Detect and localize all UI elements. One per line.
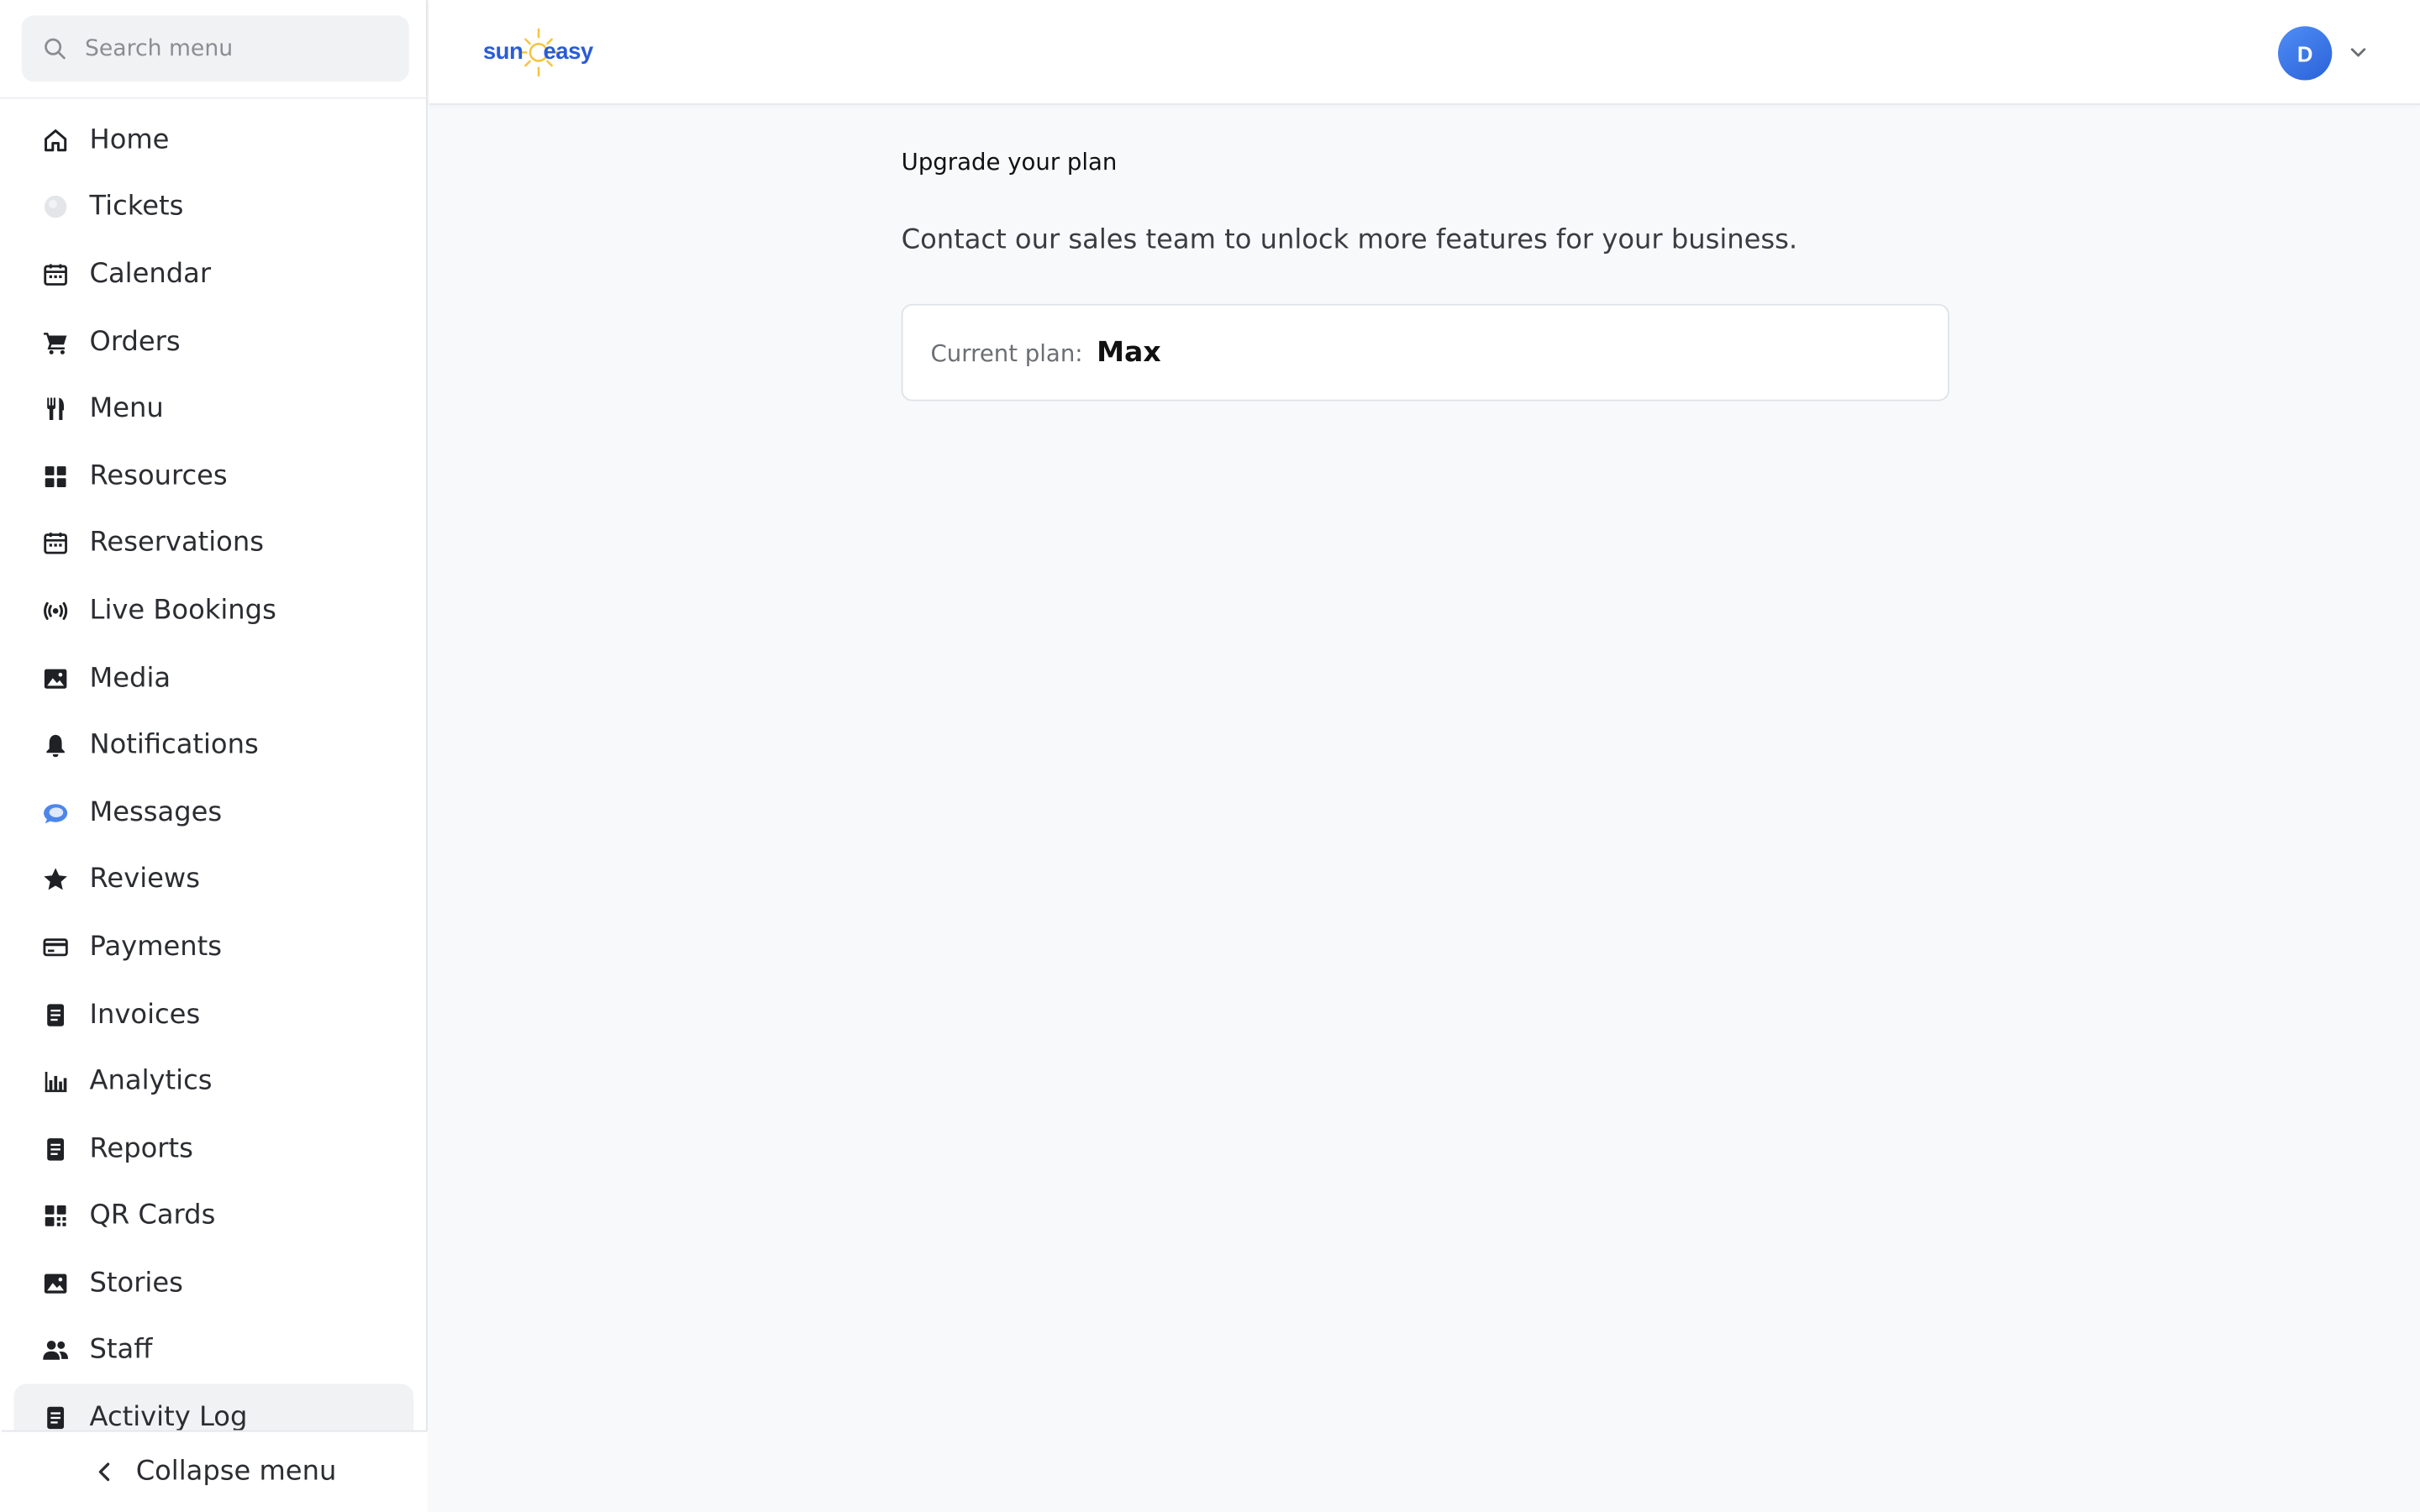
- sidebar-divider: [0, 97, 428, 99]
- bell-icon: [40, 730, 71, 761]
- top-bar: sun easy D: [429, 0, 2420, 105]
- logo-text-right: easy: [543, 38, 594, 66]
- sidebar-item-qr-cards[interactable]: QR Cards: [0, 1183, 428, 1250]
- sidebar-item-label: Stories: [89, 1268, 183, 1299]
- cart-icon: [40, 327, 71, 358]
- sidebar-item-label: Messages: [89, 797, 223, 828]
- sidebar-item-label: Orders: [89, 326, 181, 358]
- sidebar-item-menu[interactable]: Menu: [0, 375, 428, 443]
- qr-code-icon: [40, 1201, 71, 1232]
- sidebar-item-label: Calendar: [89, 259, 212, 291]
- document-icon: [40, 999, 71, 1030]
- sidebar-item-invoices[interactable]: Invoices: [0, 981, 428, 1048]
- sidebar-item-resources[interactable]: Resources: [0, 443, 428, 510]
- sidebar-item-label: Reservations: [89, 528, 264, 559]
- sidebar-item-label: Invoices: [89, 999, 201, 1031]
- app-root: Home Tickets Calendar Orde: [0, 0, 2420, 1512]
- sidebar-nav: Home Tickets Calendar Orders Menu Resour…: [0, 107, 428, 1431]
- sidebar-item-home[interactable]: Home: [0, 107, 428, 174]
- sidebar-item-stories[interactable]: Stories: [0, 1250, 428, 1317]
- document-icon: [40, 1133, 71, 1164]
- sidebar-item-staff[interactable]: Staff: [0, 1317, 428, 1384]
- chevron-down-icon[interactable]: [2348, 42, 2370, 64]
- sidebar-item-analytics[interactable]: Analytics: [0, 1048, 428, 1116]
- sidebar-item-notifications[interactable]: Notifications: [0, 711, 428, 779]
- sidebar-item-label: Reports: [89, 1133, 193, 1165]
- search-input[interactable]: [82, 34, 381, 63]
- sidebar-item-label: Home: [89, 124, 170, 156]
- search-icon: [45, 38, 66, 60]
- chevron-left-icon: [98, 1462, 110, 1482]
- broadcast-icon: [40, 596, 71, 627]
- sidebar-item-label: Menu: [89, 393, 164, 425]
- sidebar-item-label: Notifications: [89, 730, 259, 761]
- sidebar-item-label: Reviews: [89, 864, 200, 895]
- sidebar-item-live-bookings[interactable]: Live Bookings: [0, 577, 428, 644]
- search-box[interactable]: [21, 15, 409, 82]
- current-plan-card: Current plan: Max: [901, 303, 1949, 402]
- sidebar-item-reviews[interactable]: Reviews: [0, 847, 428, 914]
- sidebar-item-label: Payments: [89, 932, 223, 963]
- people-icon: [40, 1336, 71, 1367]
- calendar-icon: [40, 528, 71, 559]
- sidebar-item-label: Tickets: [89, 192, 184, 223]
- tickets-icon: [40, 192, 71, 223]
- sidebar-item-label: Staff: [89, 1335, 153, 1367]
- utensils-icon: [40, 394, 71, 425]
- sidebar-item-orders[interactable]: Orders: [0, 308, 428, 375]
- star-icon: [40, 864, 71, 895]
- image-icon: [40, 1268, 71, 1299]
- calendar-icon: [40, 260, 71, 291]
- user-avatar[interactable]: D: [2278, 26, 2333, 81]
- page-subtitle: Contact our sales team to unlock more fe…: [901, 225, 1798, 256]
- current-plan-value: Max: [1097, 336, 1161, 369]
- sidebar-item-label: QR Cards: [89, 1200, 216, 1232]
- credit-card-icon: [40, 932, 71, 963]
- sidebar-item-activity-log[interactable]: Activity Log: [13, 1384, 414, 1431]
- sidebar-item-payments[interactable]: Payments: [0, 914, 428, 981]
- sidebar: Home Tickets Calendar Orde: [0, 0, 428, 1512]
- sidebar-item-label: Analytics: [89, 1066, 213, 1098]
- document-icon: [40, 1403, 71, 1431]
- sidebar-item-messages[interactable]: Messages: [0, 779, 428, 846]
- sidebar-item-calendar[interactable]: Calendar: [0, 241, 428, 308]
- chat-icon: [40, 797, 71, 828]
- collapse-menu-label: Collapse menu: [135, 1456, 337, 1488]
- sidebar-item-label: Live Bookings: [89, 595, 276, 627]
- sidebar-item-reservations[interactable]: Reservations: [0, 510, 428, 577]
- brand-logo[interactable]: sun easy: [481, 22, 596, 83]
- page-title: Upgrade your plan: [901, 148, 1118, 176]
- current-plan-label: Current plan:: [930, 339, 1083, 367]
- sidebar-item-tickets[interactable]: Tickets: [0, 174, 428, 241]
- bar-chart-icon: [40, 1066, 71, 1097]
- home-icon: [40, 124, 71, 155]
- sidebar-item-reports[interactable]: Reports: [0, 1116, 428, 1183]
- sidebar-item-label: Activity Log: [89, 1402, 248, 1431]
- sidebar-item-media[interactable]: Media: [0, 644, 428, 711]
- logo-text-left: sun: [482, 38, 523, 66]
- grid-icon: [40, 461, 71, 492]
- image-icon: [40, 663, 71, 694]
- sidebar-item-label: Media: [89, 662, 171, 694]
- collapse-menu-button[interactable]: Collapse menu: [1, 1430, 428, 1512]
- sidebar-item-label: Resources: [89, 460, 228, 492]
